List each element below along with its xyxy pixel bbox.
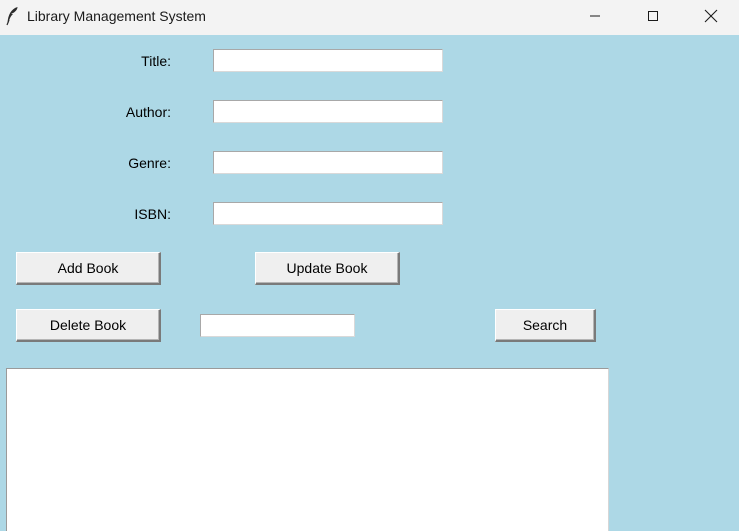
update-book-button[interactable]: Update Book xyxy=(255,252,400,285)
maximize-icon xyxy=(647,10,659,22)
minimize-icon xyxy=(589,10,601,22)
genre-label: Genre: xyxy=(128,155,171,171)
close-icon xyxy=(704,9,718,23)
book-listbox[interactable] xyxy=(6,368,609,531)
genre-input[interactable] xyxy=(213,151,443,174)
add-book-button[interactable]: Add Book xyxy=(16,252,161,285)
close-button[interactable] xyxy=(682,0,739,32)
window-title: Library Management System xyxy=(27,8,206,24)
search-input[interactable] xyxy=(200,314,355,337)
delete-book-button[interactable]: Delete Book xyxy=(16,309,161,342)
app-window: Library Management System Title: Author:… xyxy=(0,0,739,531)
minimize-button[interactable] xyxy=(566,0,624,32)
feather-icon xyxy=(5,6,19,26)
isbn-input[interactable] xyxy=(213,202,443,225)
title-label: Title: xyxy=(141,53,171,69)
search-button[interactable]: Search xyxy=(495,309,596,342)
title-input[interactable] xyxy=(213,49,443,72)
isbn-label: ISBN: xyxy=(134,206,171,222)
maximize-button[interactable] xyxy=(624,0,682,32)
title-bar[interactable]: Library Management System xyxy=(0,0,739,35)
author-label: Author: xyxy=(125,104,171,120)
author-input[interactable] xyxy=(213,100,443,123)
